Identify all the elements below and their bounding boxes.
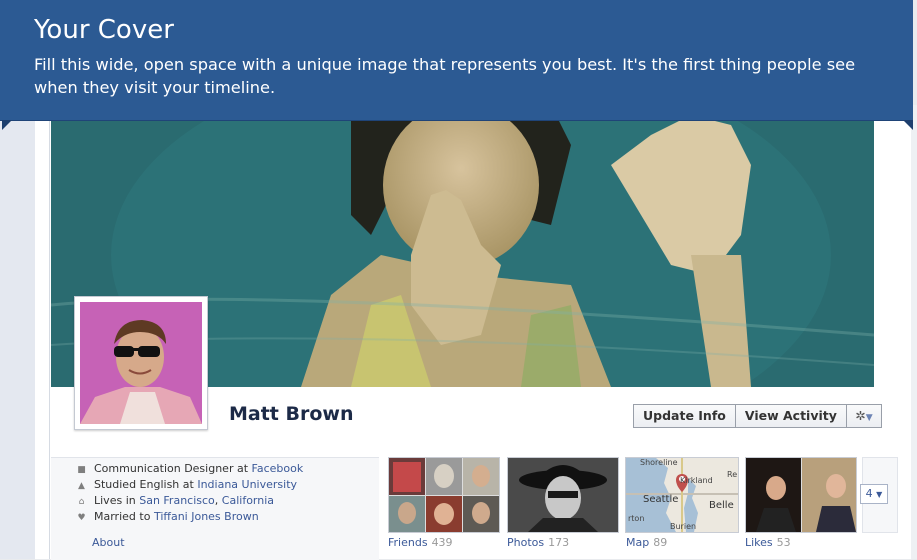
tab-likes[interactable]: Likes 53 (745, 536, 791, 549)
cover-tooltip: Your Cover Fill this wide, open space wi… (0, 0, 913, 121)
likes-preview (746, 458, 856, 532)
tab-photos-count: 173 (548, 536, 570, 549)
map-place-label: Re (727, 470, 738, 479)
heart-icon: ♥ (77, 513, 86, 523)
map-place-label: rton (628, 514, 645, 523)
about-education-text: Studied English at (94, 478, 198, 491)
tooltip-title: Your Cover (34, 15, 174, 45)
tab-map-count: 89 (653, 536, 668, 549)
tab-map-label: Map (626, 536, 650, 549)
caret-down-icon: ▼ (876, 490, 883, 499)
tab-photos-label: Photos (507, 536, 545, 549)
about-work: ■ Communication Designer at Facebook (76, 462, 303, 475)
about-location-link[interactable]: San Francisco (139, 494, 215, 507)
profile-actions: Update Info View Activity ✲▼ (633, 404, 882, 428)
map-place-label: Shoreline (640, 458, 678, 467)
photos-thumbnail[interactable] (507, 457, 619, 533)
friends-thumbnail[interactable] (388, 457, 500, 533)
settings-dropdown-button[interactable]: ✲▼ (846, 404, 882, 428)
likes-thumbnail[interactable] (745, 457, 857, 533)
update-info-button[interactable]: Update Info (633, 404, 736, 428)
about-work-link[interactable]: Facebook (252, 462, 304, 475)
about-location-link2[interactable]: California (222, 494, 274, 507)
map-place-label: Seattle (643, 494, 679, 505)
tooltip-body: Fill this wide, open space with a unique… (34, 55, 856, 97)
about-education: ▲ Studied English at Indiana University (76, 478, 297, 491)
gear-icon: ✲ (855, 408, 866, 423)
about-work-text: Communication Designer at (94, 462, 252, 475)
right-edge (911, 105, 917, 559)
tab-likes-label: Likes (745, 536, 773, 549)
friends-collage (389, 458, 499, 532)
tab-friends-count: 439 (431, 536, 453, 549)
about-relationship-link[interactable]: Tiffani Jones Brown (154, 510, 259, 523)
tab-friends-label: Friends (388, 536, 428, 549)
about-relationship: ♥ Married to Tiffani Jones Brown (76, 510, 259, 523)
tooltip-notch-left (2, 120, 12, 130)
house-icon: ⌂ (78, 497, 85, 507)
map-thumbnail[interactable]: Shoreline Kirkland Re Seattle Belle rton… (625, 457, 739, 533)
graduation-cap-icon: ▲ (78, 481, 85, 491)
map-place-label: Kirkland (680, 476, 713, 485)
photos-preview (508, 458, 618, 532)
more-tabs-button[interactable]: 4 ▼ (860, 484, 888, 504)
tab-map[interactable]: Map 89 (626, 536, 667, 549)
tab-about-label: About (92, 536, 125, 549)
tab-about[interactable]: About (92, 536, 125, 549)
more-tabs-count: 4 (865, 487, 873, 500)
map-place-label: Belle (709, 500, 734, 511)
caret-down-icon: ▼ (865, 413, 873, 423)
briefcase-icon: ■ (77, 465, 86, 475)
avatar (80, 302, 202, 424)
about-location: ⌂ Lives in San Francisco, California (76, 494, 274, 507)
view-activity-button[interactable]: View Activity (735, 404, 847, 428)
map-place-label: Burien (670, 522, 697, 531)
tab-likes-count: 53 (776, 536, 791, 549)
tab-photos[interactable]: Photos 173 (507, 536, 569, 549)
about-location-separator: , (214, 494, 222, 507)
tooltip-notch-right (903, 120, 913, 130)
profile-picture[interactable] (74, 296, 208, 430)
about-relationship-text: Married to (94, 510, 154, 523)
profile-name[interactable]: Matt Brown (229, 403, 354, 425)
tab-friends[interactable]: Friends 439 (388, 536, 453, 549)
about-education-link[interactable]: Indiana University (197, 478, 297, 491)
column-border (49, 105, 50, 559)
about-location-text: Lives in (94, 494, 140, 507)
